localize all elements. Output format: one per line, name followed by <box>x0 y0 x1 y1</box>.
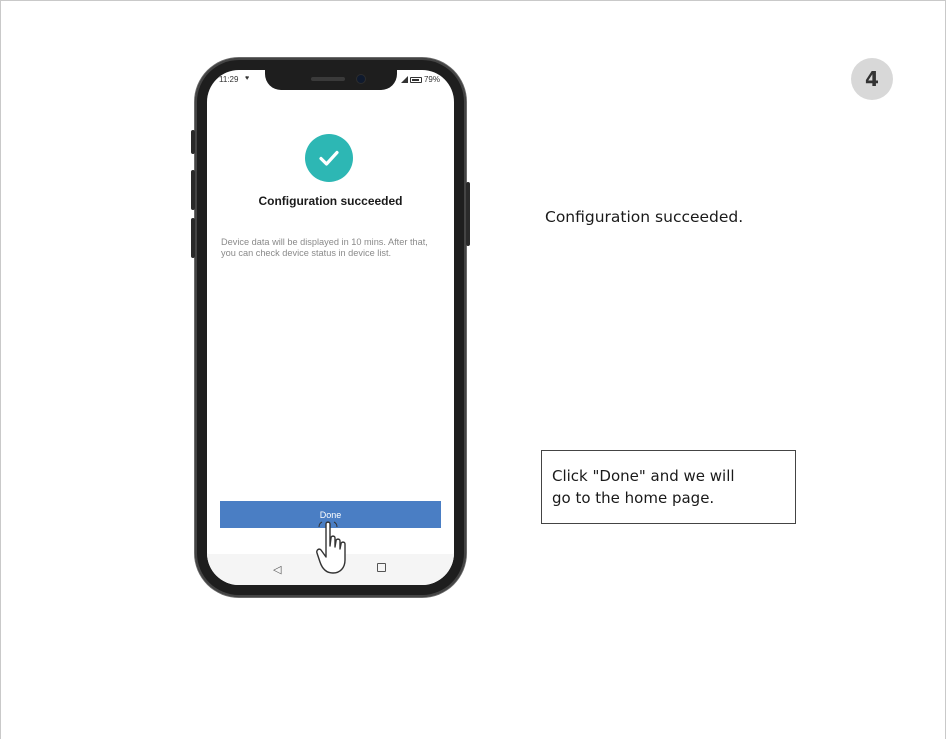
note-box: Click "Done" and we will go to the home … <box>541 450 796 524</box>
phone-screen: 11:29 ♥ 79% Configuration succeeded Devi… <box>207 70 454 585</box>
instruction-text: Configuration succeeded. <box>545 208 744 226</box>
phone-power-button <box>466 182 470 246</box>
status-time: 11:29 <box>219 75 239 84</box>
phone-volume-down-button <box>191 218 195 258</box>
result-description: Device data will be displayed in 10 mins… <box>221 237 428 258</box>
phone-mute-button <box>191 130 195 154</box>
status-indicators: 79% <box>400 75 440 84</box>
speaker-grille <box>311 77 345 81</box>
tapping-hand-icon <box>316 521 346 574</box>
signal-icon <box>400 76 408 83</box>
result-title: Configuration succeeded <box>258 194 403 208</box>
note-line-2: go to the home page. <box>552 489 715 507</box>
phone-mockup: 11:29 ♥ 79% Configuration succeeded Devi… <box>191 58 470 597</box>
nav-back-icon[interactable]: ◁ <box>273 563 281 576</box>
success-check-icon <box>305 134 353 182</box>
phone-notch <box>265 70 397 90</box>
note-line-1: Click "Done" and we will <box>552 467 735 485</box>
phone-volume-up-button <box>191 170 195 210</box>
front-camera-icon <box>357 75 365 83</box>
battery-icon <box>409 76 422 83</box>
step-number-badge: 4 <box>851 58 893 100</box>
page-frame <box>0 0 946 739</box>
shield-icon: ♥ <box>245 75 250 82</box>
nav-recent-icon[interactable] <box>377 563 386 572</box>
battery-percent: 79% <box>423 75 440 84</box>
